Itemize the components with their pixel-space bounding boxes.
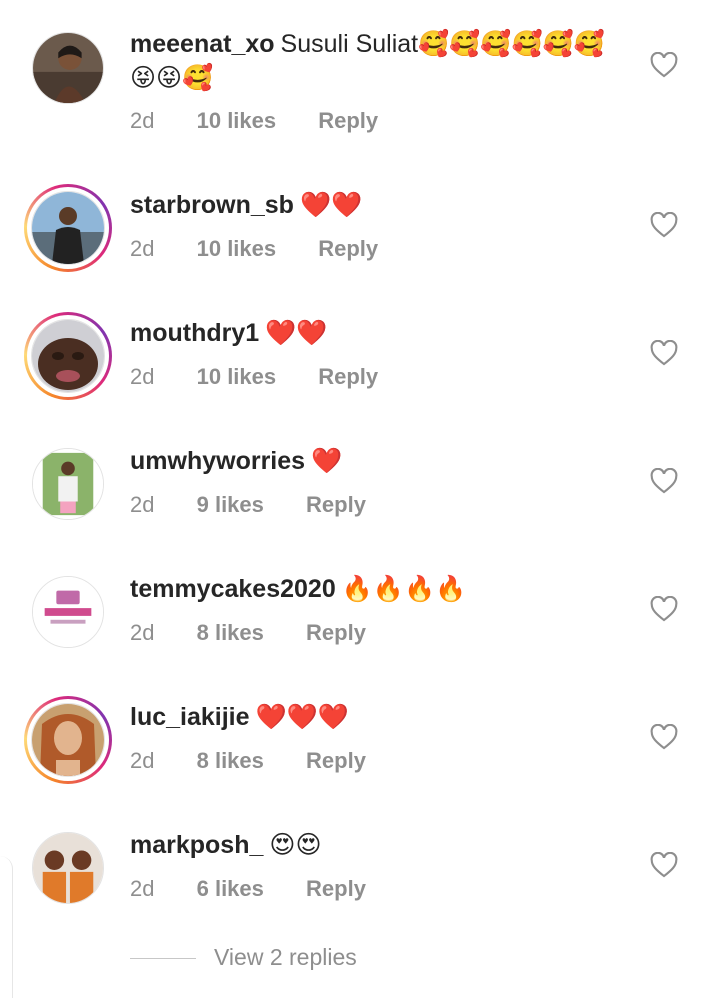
avatar-frame [27, 187, 109, 269]
view-replies-divider [130, 958, 196, 960]
avatar-photo [32, 448, 104, 520]
heart-outline-icon[interactable] [650, 468, 678, 494]
avatar[interactable] [24, 184, 112, 272]
avatar-photo [31, 191, 105, 265]
avatar-photo [32, 576, 104, 648]
comment-text: 😍😍 [269, 831, 322, 859]
avatar-frame [32, 32, 104, 104]
avatar-photo [32, 32, 104, 104]
comment-time: 2d [130, 620, 155, 645]
comment-likes[interactable]: 6 likes [197, 876, 264, 901]
avatar-frame [32, 448, 104, 520]
reply-button[interactable]: Reply [306, 492, 366, 517]
comment-time: 2d [130, 236, 155, 261]
comment-time: 2d [130, 876, 155, 901]
avatar-frame [27, 699, 109, 781]
comment-text: ❤️ [311, 447, 343, 475]
heart-outline-icon[interactable] [650, 596, 678, 622]
comment-likes[interactable]: 8 likes [197, 620, 264, 645]
avatar[interactable] [24, 24, 112, 112]
comment-likes[interactable]: 9 likes [197, 492, 264, 517]
comment-likes[interactable]: 10 likes [197, 364, 277, 389]
comment-username[interactable]: meeenat_xo [130, 30, 275, 58]
side-panel-edge [0, 856, 13, 998]
comment-text: ❤️❤️❤️ [255, 703, 349, 731]
reply-button[interactable]: Reply [318, 108, 378, 133]
reply-button[interactable]: Reply [318, 364, 378, 389]
heart-outline-icon[interactable] [650, 852, 678, 878]
avatar-photo [31, 319, 105, 393]
comment-username[interactable]: luc_iakijie [130, 703, 250, 731]
heart-outline-icon[interactable] [650, 340, 678, 366]
view-replies-label: View 2 replies [214, 944, 357, 970]
comment-likes[interactable]: 10 likes [197, 236, 277, 261]
heart-outline-icon[interactable] [650, 52, 678, 78]
avatar[interactable] [24, 440, 112, 528]
avatar-photo [32, 832, 104, 904]
comment-likes[interactable]: 8 likes [197, 748, 264, 773]
avatar-photo [31, 703, 105, 777]
avatar[interactable] [24, 696, 112, 784]
comment-username[interactable]: temmycakes2020 [130, 575, 336, 603]
comment-text: ❤️❤️ [299, 191, 363, 219]
avatar-frame [27, 315, 109, 397]
view-replies-button[interactable]: View 2 replies [130, 944, 357, 971]
comment-time: 2d [130, 748, 155, 773]
comment-likes[interactable]: 10 likes [197, 108, 277, 133]
comment-text: 🔥🔥🔥🔥 [341, 575, 467, 603]
comment-username[interactable]: markposh_ [130, 831, 263, 859]
comment-username[interactable]: starbrown_sb [130, 191, 294, 219]
avatar-frame [32, 576, 104, 648]
heart-outline-icon[interactable] [650, 724, 678, 750]
comment-text: ❤️❤️ [265, 319, 328, 347]
comment-username[interactable]: mouthdry1 [130, 319, 259, 347]
avatar[interactable] [24, 824, 112, 912]
avatar[interactable] [24, 312, 112, 400]
avatar-frame [32, 832, 104, 904]
reply-button[interactable]: Reply [306, 620, 366, 645]
heart-outline-icon[interactable] [650, 212, 678, 238]
comment-time: 2d [130, 364, 155, 389]
reply-button[interactable]: Reply [306, 748, 366, 773]
comment-time: 2d [130, 108, 155, 133]
reply-button[interactable]: Reply [306, 876, 366, 901]
avatar[interactable] [24, 568, 112, 656]
comment-time: 2d [130, 492, 155, 517]
reply-button[interactable]: Reply [318, 236, 378, 261]
comment-username[interactable]: umwhyworries [130, 447, 305, 475]
